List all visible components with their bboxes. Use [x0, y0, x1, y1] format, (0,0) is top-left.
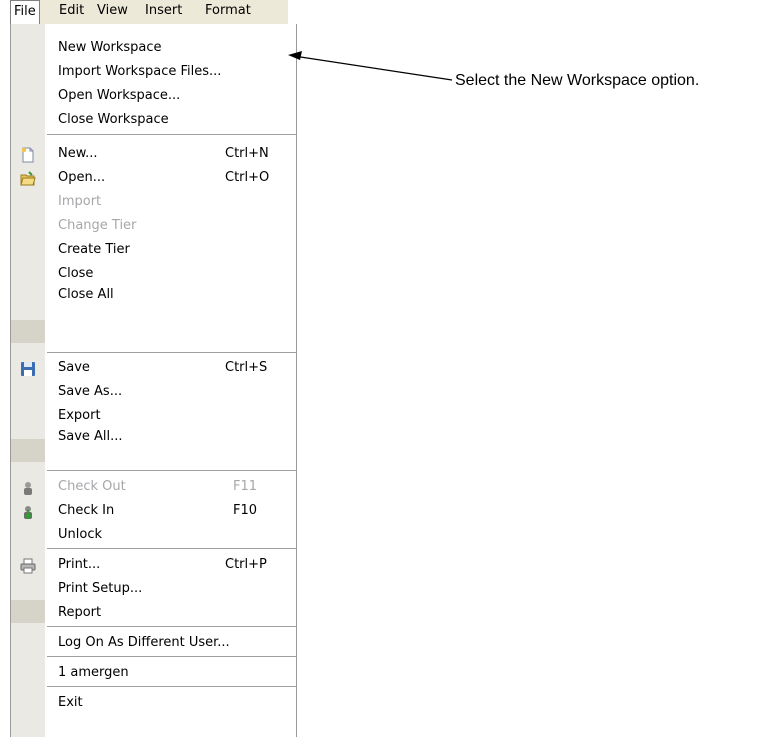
callout-arrow	[288, 51, 453, 81]
menu-item-import-workspace-files[interactable]: Import Workspace Files...	[11, 61, 296, 84]
menu-separator	[47, 548, 296, 549]
menu-item-open[interactable]: Open... Ctrl+O	[11, 167, 296, 190]
menu-item-save-all[interactable]: Save All...	[11, 429, 296, 462]
menu-item-label: Import Workspace Files...	[58, 64, 222, 79]
menu-item-label: Save As...	[58, 384, 123, 399]
menu-item-save[interactable]: Save Ctrl+S	[11, 357, 296, 380]
menu-item-label: Unlock	[58, 527, 102, 542]
menu-item-label: Create Tier	[58, 242, 130, 257]
menu-item-shortcut: Ctrl+N	[225, 146, 269, 161]
menu-separator	[47, 626, 296, 627]
menu-view-label: View	[97, 3, 128, 18]
menu-edit[interactable]: Edit	[56, 0, 87, 24]
menu-item-label: Check Out	[58, 479, 126, 494]
menu-item-label: Report	[58, 605, 102, 620]
menu-item-label: Check In	[58, 503, 115, 518]
menu-edit-label: Edit	[59, 3, 85, 18]
menu-item-open-workspace[interactable]: Open Workspace...	[11, 85, 296, 108]
menu-item-exit[interactable]: Exit	[11, 692, 296, 715]
menu-item-shortcut: Ctrl+S	[225, 360, 268, 375]
menu-item-recent-file[interactable]: 1 amergen	[11, 662, 296, 685]
menu-item-export[interactable]: Export	[11, 405, 296, 428]
menu-item-label: Close Workspace	[58, 112, 169, 127]
printer-icon	[20, 558, 36, 574]
check-out-icon	[20, 480, 36, 496]
menu-item-check-out[interactable]: Check Out F11	[11, 476, 296, 499]
callout-text: Select the New Workspace option.	[455, 72, 700, 89]
menu-item-save-as[interactable]: Save As...	[11, 381, 296, 404]
menu-bar: File Edit View Insert Format	[10, 0, 288, 25]
menu-item-label: Close All	[58, 287, 114, 302]
menu-item-print[interactable]: Print... Ctrl+P	[11, 554, 296, 577]
menu-insert[interactable]: Insert	[142, 0, 185, 24]
menu-item-label: New...	[58, 146, 98, 161]
menu-item-label: Print...	[58, 557, 101, 572]
menu-separator	[47, 134, 296, 135]
menu-item-new-workspace[interactable]: New Workspace	[11, 37, 296, 60]
menu-item-close[interactable]: Close	[11, 263, 296, 286]
menu-item-log-on-as-different-user[interactable]: Log On As Different User...	[11, 632, 296, 655]
new-document-icon	[20, 147, 36, 163]
menu-insert-label: Insert	[145, 3, 183, 18]
menu-item-close-all[interactable]: Close All	[11, 287, 296, 343]
menu-item-label: Close	[58, 266, 94, 281]
menu-item-label: New Workspace	[58, 40, 162, 55]
menu-item-new[interactable]: New... Ctrl+N	[11, 143, 296, 166]
menu-item-report[interactable]: Report	[11, 602, 296, 625]
file-menu-dropdown: New Workspace Import Workspace Files... …	[10, 24, 297, 737]
menu-item-label: Open...	[58, 170, 106, 185]
menu-item-unlock[interactable]: Unlock	[11, 524, 296, 547]
menu-separator	[47, 352, 296, 353]
menu-item-check-in[interactable]: Check In F10	[11, 500, 296, 523]
menu-item-label: 1 amergen	[58, 665, 129, 680]
open-folder-icon	[20, 171, 36, 187]
menu-item-close-workspace[interactable]: Close Workspace	[11, 109, 296, 132]
menu-item-shortcut: Ctrl+P	[225, 557, 267, 572]
menu-item-label: Save All...	[58, 429, 123, 444]
menu-separator	[47, 686, 296, 687]
save-floppy-icon	[20, 361, 36, 377]
menu-item-label: Import	[58, 194, 102, 209]
menu-item-label: Export	[58, 408, 101, 423]
menu-separator	[47, 656, 296, 657]
menu-item-change-tier[interactable]: Change Tier	[11, 215, 296, 238]
menu-file[interactable]: File	[10, 0, 40, 25]
menu-item-label: Print Setup...	[58, 581, 143, 596]
menu-item-shortcut: F10	[233, 503, 258, 518]
menu-format-label: Format	[205, 3, 251, 18]
menu-item-label: Log On As Different User...	[58, 635, 230, 650]
menu-item-shortcut: F11	[233, 479, 258, 494]
menu-item-print-setup[interactable]: Print Setup...	[11, 578, 296, 601]
menu-item-label: Open Workspace...	[58, 88, 181, 103]
menu-item-shortcut: Ctrl+O	[225, 170, 270, 185]
menu-item-import[interactable]: Import	[11, 191, 296, 214]
menu-item-create-tier[interactable]: Create Tier	[11, 239, 296, 262]
menu-item-label: Save	[58, 360, 90, 375]
check-in-icon	[20, 504, 36, 520]
menu-item-label: Exit	[58, 695, 83, 710]
menu-view[interactable]: View	[94, 0, 131, 24]
menu-item-label: Change Tier	[58, 218, 137, 233]
menu-file-label: File	[14, 4, 36, 19]
menu-separator	[47, 470, 296, 471]
menu-format[interactable]: Format	[202, 0, 254, 24]
